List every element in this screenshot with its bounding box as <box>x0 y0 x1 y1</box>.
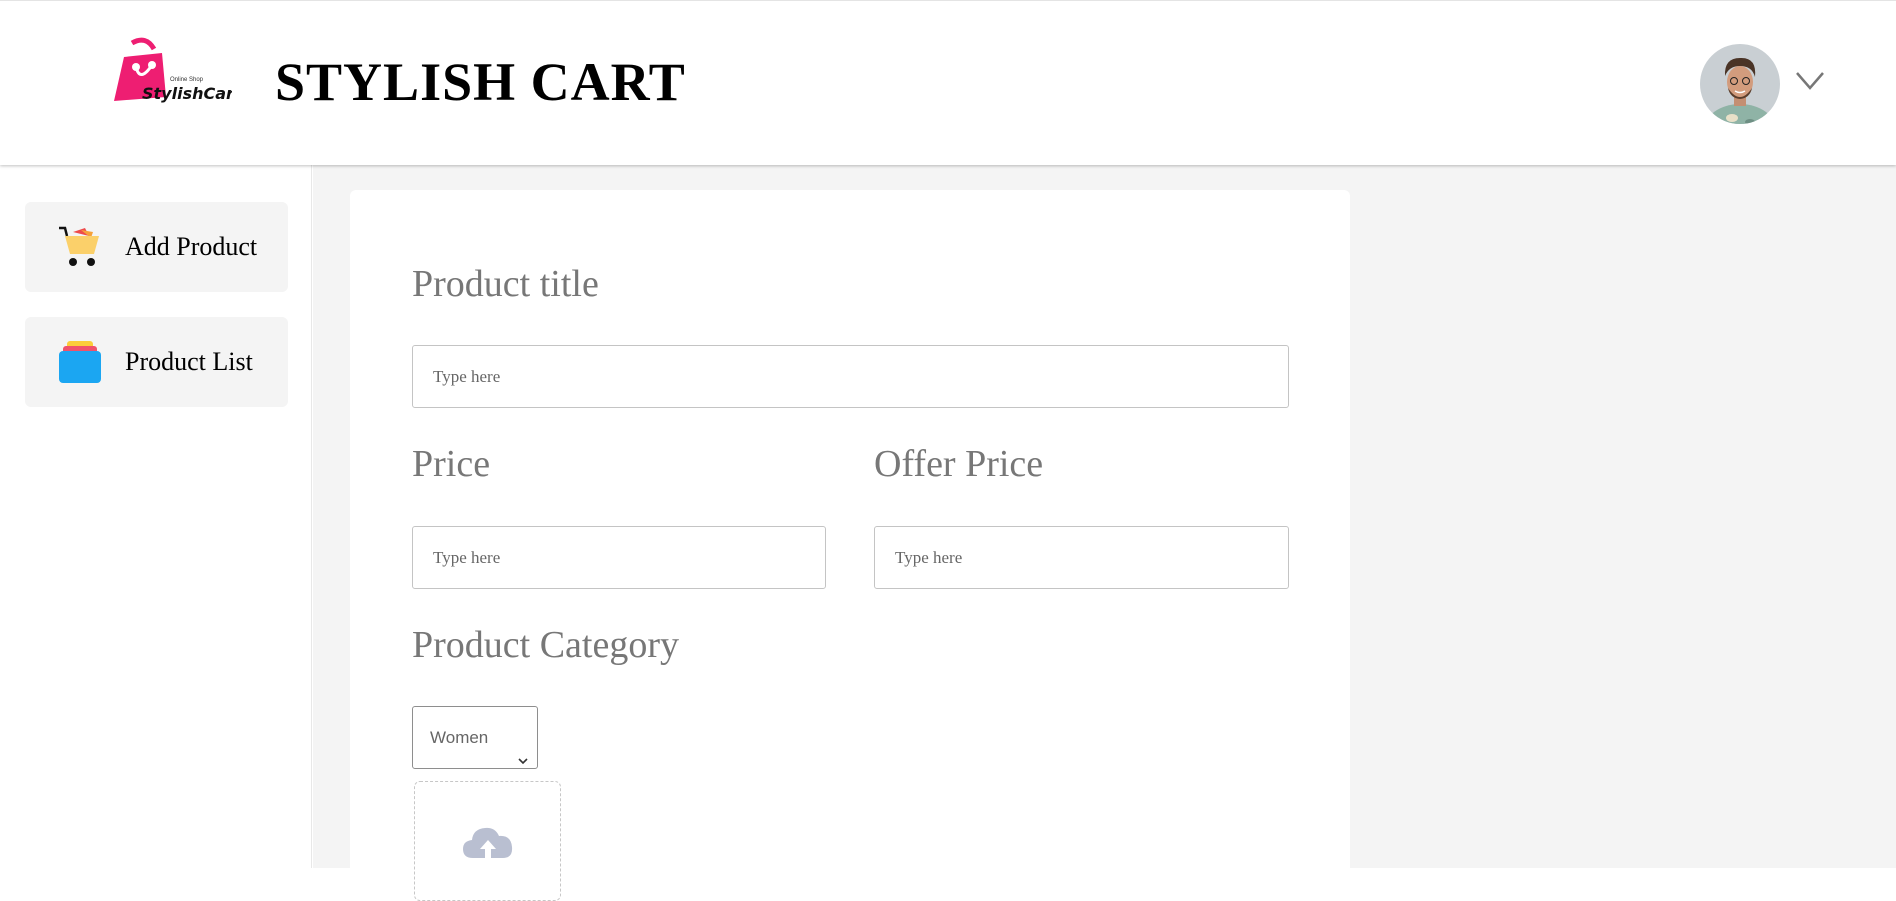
logo-tagline: Online Shop <box>170 77 204 83</box>
stacked-list-icon <box>57 339 103 385</box>
chevron-down-icon[interactable] <box>1795 69 1825 93</box>
offer-price-input[interactable] <box>874 526 1289 589</box>
price-label: Price <box>412 443 491 485</box>
sidebar-item-add-product[interactable]: Add Product <box>25 202 288 292</box>
product-title-label: Product title <box>412 263 599 305</box>
price-input[interactable] <box>412 526 826 589</box>
sidebar-item-product-list[interactable]: Product List <box>25 317 288 407</box>
user-avatar[interactable] <box>1700 44 1780 124</box>
navbar: Online Shop StylishCart STYLISH CART <box>0 0 1896 165</box>
brand-title: STYLISH CART <box>275 52 686 112</box>
shopping-bag-logo-icon: Online Shop StylishCart <box>114 37 243 103</box>
cloud-upload-icon <box>461 822 515 862</box>
category-select[interactable]: Women <box>412 706 538 769</box>
product-category-label: Product Category <box>412 624 680 666</box>
image-upload-area[interactable] <box>414 781 561 901</box>
cart-icon <box>57 224 103 270</box>
product-title-input[interactable] <box>412 345 1289 408</box>
offer-price-label: Offer Price <box>874 443 1044 485</box>
sidebar-item-label: Product List <box>125 347 253 376</box>
logo-text: StylishCart <box>142 84 232 103</box>
brand-logo[interactable]: Online Shop StylishCart <box>110 37 243 107</box>
chevron-down-icon <box>517 731 529 765</box>
sidebar-item-label: Add Product <box>125 232 258 261</box>
sidebar: Add Product Product List <box>0 165 312 868</box>
category-selected-value: Women <box>430 728 489 747</box>
avatar-icon <box>1700 44 1780 124</box>
